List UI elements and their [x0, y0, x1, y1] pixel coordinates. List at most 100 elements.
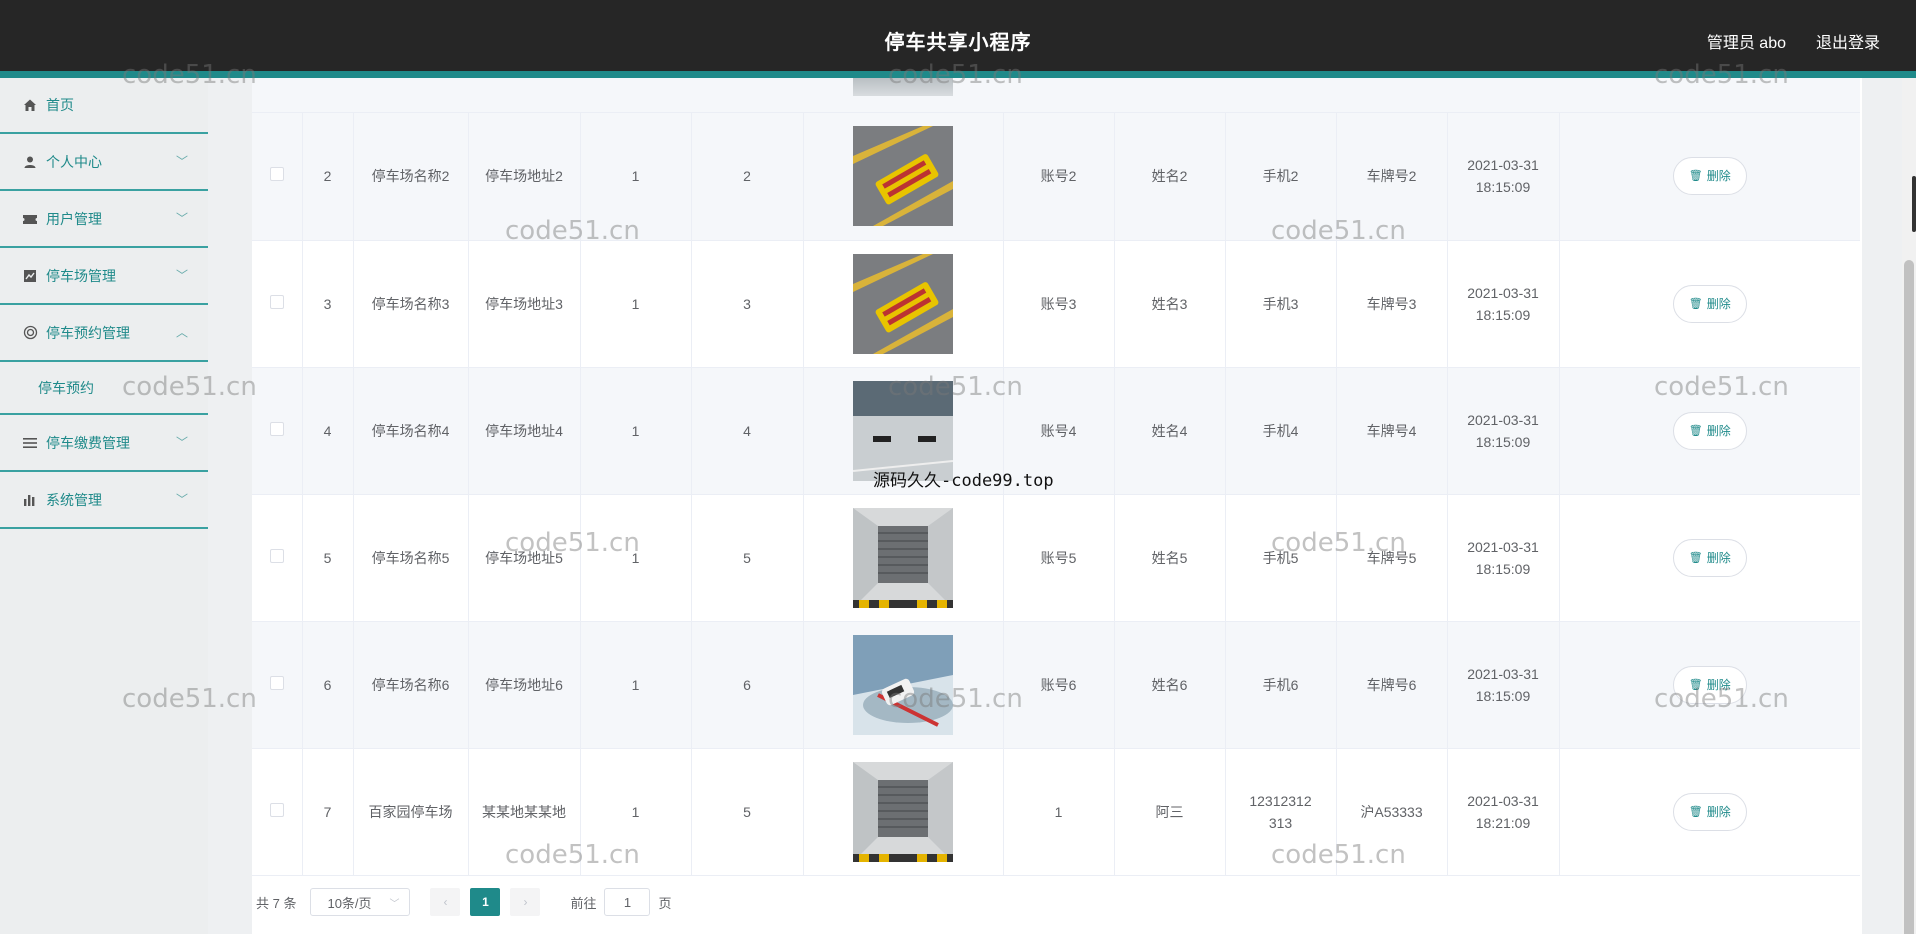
cell-image: [802, 621, 1003, 749]
phone-text: 12312312313: [1249, 792, 1312, 831]
table-row: 3 停车场名称3 停车场地址3 1 3 账号3 姓名3 手机3 车牌号3 2021-03-31 18…: [252, 240, 1860, 368]
chevron-down-icon: ﹀: [175, 492, 188, 507]
sidebar-item-home[interactable]: 首页: [0, 78, 208, 134]
sidebar-item-profile[interactable]: 个人中心 ﹀: [0, 134, 208, 191]
sidebar-item-users[interactable]: 用户管理 ﹀: [0, 191, 208, 248]
app-title: 停车共享小程序: [884, 32, 1032, 54]
sidebar-item-label: 停车预约管理: [46, 324, 130, 341]
delete-label: 删除: [1706, 804, 1731, 819]
cell-phone: 手机3: [1224, 240, 1336, 368]
trash-icon: 🗑: [1688, 297, 1703, 310]
date-text: 2021-03-31: [1467, 411, 1539, 428]
cell-datetime: 2021-03-31 18:15:09: [1446, 494, 1559, 622]
cell-value-b: 5: [690, 494, 803, 622]
user-icon: [22, 154, 38, 170]
phone-text: 手机2: [1262, 168, 1299, 185]
date-text: 2021-03-31: [1467, 284, 1539, 301]
cell-image: [802, 494, 1003, 622]
time-text: 18:15:09: [1475, 560, 1531, 577]
cell-index: 3: [301, 240, 353, 368]
delete-button[interactable]: 🗑 删除: [1672, 411, 1747, 450]
logout-button[interactable]: 退出登录: [1816, 29, 1880, 53]
row-checkbox[interactable]: [269, 675, 284, 690]
bar-icon: [22, 492, 38, 508]
row-checkbox[interactable]: [269, 802, 284, 817]
lot-thumbnail: [853, 380, 953, 481]
date-text: 2021-03-31: [1467, 538, 1539, 555]
cell-name: 姓名6: [1113, 621, 1225, 749]
chevron-down-icon: ﹀: [175, 211, 188, 226]
row-checkbox[interactable]: [269, 421, 284, 436]
cell-index: 7: [301, 748, 353, 876]
table-row: 2 停车场名称2 停车场地址2 1 2 账号2 姓名2 手机2 车牌号2 2021-03-31 18…: [252, 113, 1860, 241]
sidebar-item-payment-mgmt[interactable]: 停车缴费管理 ﹀: [0, 415, 208, 472]
chevron-left-icon: ‹: [443, 895, 448, 909]
cell-image: [802, 113, 1003, 241]
scrollbar-thumb[interactable]: [1904, 260, 1914, 934]
cell-lot-address: 停车场地址2: [467, 113, 580, 241]
date-text: 2021-03-31: [1467, 665, 1539, 682]
main-content: 2 停车场名称2 停车场地址2 1 2 账号2 姓名2 手机2 车牌号2 2021-03-31 18…: [252, 78, 1862, 934]
goto-label: 前往: [570, 895, 597, 911]
cell-lot-address: 某某地某某地: [467, 748, 580, 876]
lot-thumbnail: [853, 126, 953, 227]
phone-text: 手机3: [1262, 295, 1299, 312]
table-row: 6 停车场名称6 停车场地址6 1 6 账号6 姓名6 手机6 车牌号6 2021-03-31 18…: [252, 621, 1860, 749]
page-size-select[interactable]: 10条/页 ﹀: [310, 888, 411, 916]
sidebar-item-label: 个人中心: [46, 153, 102, 170]
phone-text: 手机4: [1262, 422, 1299, 439]
cell-name: 姓名4: [1113, 367, 1225, 495]
row-checkbox[interactable]: [269, 167, 284, 182]
delete-label: 删除: [1706, 550, 1731, 565]
sidebar-item-reservation-mgmt[interactable]: 停车预约管理 ︿: [0, 305, 208, 362]
cell-lot-name: 停车场名称5: [352, 494, 468, 622]
cell-plate: 车牌号6: [1335, 621, 1447, 749]
cell-value-a: 1: [579, 494, 691, 622]
delete-button[interactable]: 🗑 删除: [1672, 157, 1747, 196]
cell-datetime: 2021-03-31 18:21:09: [1446, 748, 1559, 876]
trash-icon: 🗑: [1688, 678, 1703, 691]
cell-lot-address: 停车场地址3: [467, 240, 580, 368]
delete-button[interactable]: 🗑 删除: [1672, 792, 1747, 831]
sidebar-subitem-reservation[interactable]: 停车预约: [0, 362, 208, 415]
chevron-down-icon: ﹀: [175, 154, 188, 169]
scroll-handle[interactable]: [1912, 176, 1916, 232]
sidebar-item-label: 首页: [46, 97, 74, 113]
chevron-down-icon: ﹀: [389, 898, 400, 910]
row-checkbox[interactable]: [269, 294, 284, 309]
cell-actions: 🗑 删除: [1558, 240, 1860, 368]
cell-value-a: 1: [579, 748, 691, 876]
cell-name: 阿三: [1113, 748, 1225, 876]
chart-icon: [22, 268, 38, 284]
lot-thumbnail: [853, 634, 953, 735]
page-number-button[interactable]: 1: [470, 888, 501, 916]
cell-value-b: 6: [690, 621, 803, 749]
cell-actions: 🗑 删除: [1558, 113, 1860, 241]
cell-value-b: 4: [690, 367, 803, 495]
cell-value-a: 1: [579, 113, 691, 241]
delete-button[interactable]: 🗑 删除: [1672, 284, 1747, 323]
chevron-down-icon: ﹀: [175, 435, 188, 450]
phone-text: 手机6: [1262, 676, 1299, 693]
cell-value-a: 1: [579, 240, 691, 368]
row-checkbox[interactable]: [269, 548, 284, 563]
home-icon: [22, 97, 38, 113]
cell-name: 姓名3: [1113, 240, 1225, 368]
cell-datetime: 2021-03-31 18:15:09: [1446, 240, 1559, 368]
sidebar-item-parking-lots[interactable]: 停车场管理 ﹀: [0, 248, 208, 305]
goto-page-input[interactable]: [604, 888, 651, 916]
delete-button[interactable]: 🗑 删除: [1672, 665, 1747, 704]
delete-button[interactable]: 🗑 删除: [1672, 538, 1747, 577]
next-page-button[interactable]: ›: [510, 888, 541, 916]
cell-account: 账号5: [1002, 494, 1114, 622]
cell-value-b: 5: [690, 748, 803, 876]
row-checkbox-cell: [252, 113, 302, 241]
table-row: 5 停车场名称5 停车场地址5 1 5 账号5 姓名5 手机5 车牌号5 2021-03-31 18…: [252, 494, 1860, 622]
prev-page-button[interactable]: ‹: [430, 888, 461, 916]
sidebar: 首页 个人中心 ﹀ 用户管理 ﹀ 停车场管理 ﹀ 停车预约管理 ︿ 停车预约 停…: [0, 78, 208, 934]
sidebar-item-system[interactable]: 系统管理 ﹀: [0, 472, 208, 529]
scrollbar[interactable]: [1902, 78, 1916, 934]
cell-phone: 手机6: [1224, 621, 1336, 749]
cell-account: 1: [1002, 748, 1114, 876]
table-row: 4 停车场名称4 停车场地址4 1 4 账号4 姓名4 手机4 车牌号4 2021-03-31 18…: [252, 367, 1860, 495]
